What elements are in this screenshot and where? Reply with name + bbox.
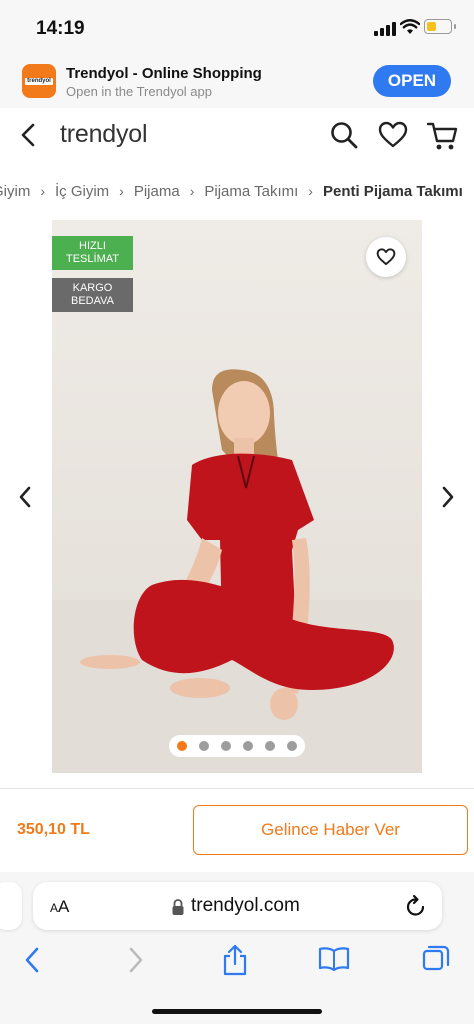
open-app-button[interactable]: OPEN	[373, 65, 451, 97]
battery-icon	[424, 19, 452, 34]
breadcrumb-item[interactable]: İç Giyim	[55, 183, 109, 200]
battery-tip	[454, 24, 456, 29]
breadcrumb-item[interactable]: Giyim	[0, 183, 30, 200]
back-icon[interactable]	[20, 123, 38, 147]
gallery-dot[interactable]	[177, 741, 187, 751]
fast-badge-line1: HIZLI	[79, 240, 106, 252]
cargo-badge-line2: BEDAVA	[71, 295, 114, 307]
breadcrumb-current: Penti Pijama Takımı	[322, 183, 463, 200]
banner-title: Trendyol - Online Shopping	[66, 65, 262, 82]
app-icon-text: trendyol	[25, 78, 53, 85]
free-shipping-badge: KARGO BEDAVA	[52, 278, 133, 312]
fast-badge-line2: TESLİMAT	[66, 253, 119, 265]
fast-delivery-badge: HIZLI TESLİMAT	[52, 236, 133, 270]
breadcrumb-trail: Giyim › İç Giyim › Pijama › Pijama Takımı › Pent…	[0, 183, 463, 200]
breadcrumb-item[interactable]: Pijama	[134, 183, 180, 200]
battery-level	[427, 22, 436, 31]
bookmarks-icon[interactable]	[318, 946, 350, 972]
share-icon[interactable]	[222, 944, 248, 976]
wifi-icon	[400, 19, 420, 34]
previous-tab-peek[interactable]	[0, 882, 22, 930]
status-time: 14:19	[36, 18, 85, 39]
signal-icon	[374, 22, 396, 36]
chevron-right-icon[interactable]	[440, 485, 456, 509]
reload-icon[interactable]	[405, 894, 427, 918]
product-price: 350,10 TL	[17, 821, 90, 838]
breadcrumb-separator-icon: ›	[119, 183, 124, 199]
home-indicator	[152, 1009, 322, 1014]
browser-back-icon[interactable]	[22, 946, 42, 974]
breadcrumb-separator-icon: ›	[308, 183, 313, 199]
gallery-pagination	[169, 735, 305, 757]
heart-icon	[376, 248, 396, 266]
breadcrumb-separator-icon: ›	[189, 183, 195, 199]
heart-icon[interactable]	[378, 121, 408, 149]
cargo-badge-line1: KARGO	[72, 282, 113, 294]
reader-text-size-button[interactable]: AA	[50, 897, 69, 917]
notify-when-available-button[interactable]: Gelince Haber Ver	[193, 805, 468, 855]
breadcrumb-separator-icon: ›	[40, 183, 45, 199]
gallery-dot[interactable]	[287, 741, 297, 751]
browser-forward-icon[interactable]	[126, 946, 146, 974]
cart-icon[interactable]	[427, 121, 459, 151]
banner-subtitle: Open in the Trendyol app	[66, 84, 212, 99]
aa-big: A	[58, 897, 70, 916]
favorite-button[interactable]	[366, 237, 406, 277]
gallery-dot[interactable]	[221, 741, 231, 751]
search-icon[interactable]	[330, 121, 358, 149]
trendyol-logo[interactable]: trendyol	[60, 120, 148, 149]
chevron-left-icon[interactable]	[17, 485, 33, 509]
gallery-dot[interactable]	[243, 741, 253, 751]
breadcrumb: Giyim › İç Giyim › Pijama › Pijama Takımı › Pent…	[0, 164, 474, 221]
breadcrumb-item[interactable]: Pijama Takımı	[204, 183, 298, 200]
gallery-dot[interactable]	[199, 741, 209, 751]
lock-icon	[172, 899, 184, 915]
tabs-icon[interactable]	[422, 945, 450, 973]
aa-small: A	[50, 901, 59, 915]
url-text[interactable]: trendyol.com	[191, 895, 300, 917]
gallery-dot[interactable]	[265, 741, 275, 751]
